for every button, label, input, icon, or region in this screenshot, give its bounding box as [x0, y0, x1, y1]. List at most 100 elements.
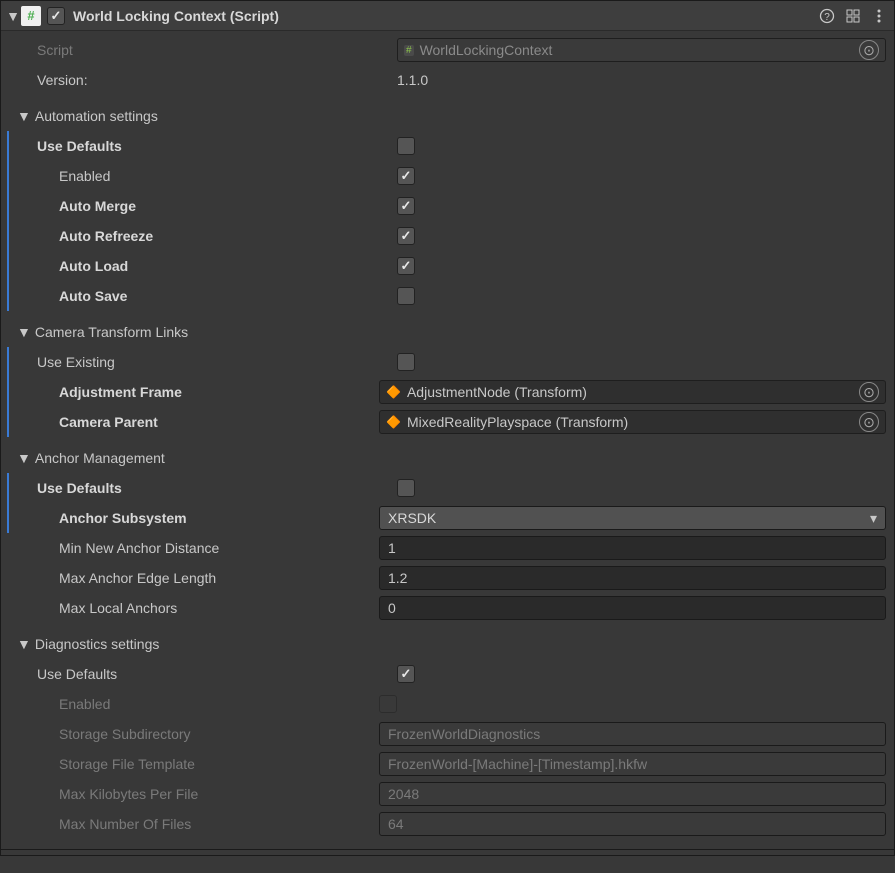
chevron-down-icon: ▼ — [17, 450, 31, 466]
camera-useexisting-checkbox[interactable] — [397, 353, 415, 371]
automation-autosave-row: Auto Save — [1, 281, 894, 311]
override-stripe — [7, 161, 9, 191]
diag-enabled-label: Enabled — [59, 696, 379, 712]
script-icon: # — [21, 6, 41, 26]
diag-maxkb-field: 2048 — [379, 782, 886, 806]
min-anchor-distance-value: 1 — [388, 540, 396, 556]
override-stripe — [7, 473, 9, 503]
anchor-title: Anchor Management — [35, 450, 165, 466]
anchor-subsystem-dropdown[interactable]: XRSDK — [379, 506, 886, 530]
script-row: Script # WorldLockingContext — [1, 35, 894, 65]
camera-useexisting-label: Use Existing — [37, 354, 397, 370]
diag-template-field: FrozenWorld-[Machine]-[Timestamp].hkfw — [379, 752, 886, 776]
diagnostics-title: Diagnostics settings — [35, 636, 160, 652]
automation-autosave-checkbox[interactable] — [397, 287, 415, 305]
diag-subdir-value: FrozenWorldDiagnostics — [388, 726, 540, 742]
help-icon[interactable]: ? — [818, 7, 836, 25]
automation-autorefreeze-row: Auto Refreeze — [1, 221, 894, 251]
chevron-down-icon: ▼ — [17, 636, 31, 652]
camera-parent-field[interactable]: 🔶 MixedRealityPlayspace (Transform) — [379, 410, 886, 434]
override-stripe — [7, 377, 9, 407]
script-label: Script — [37, 42, 397, 58]
camera-useexisting-row: Use Existing — [1, 347, 894, 377]
diag-usedefaults-checkbox[interactable] — [397, 665, 415, 683]
diag-maxkb-value: 2048 — [388, 786, 419, 802]
menu-icon[interactable] — [870, 7, 888, 25]
anchor-usedefaults-label: Use Defaults — [37, 480, 397, 496]
automation-title: Automation settings — [35, 108, 158, 124]
automation-automerge-checkbox[interactable] — [397, 197, 415, 215]
camera-parent-value: MixedRealityPlayspace (Transform) — [407, 414, 628, 430]
max-anchor-edge-row: Max Anchor Edge Length 1.2 — [1, 563, 894, 593]
component-header[interactable]: ▼ # World Locking Context (Script) ? — [1, 1, 894, 31]
svg-text:?: ? — [824, 12, 830, 23]
object-picker-icon[interactable] — [859, 412, 879, 432]
diagnostics-header[interactable]: ▼ Diagnostics settings — [1, 629, 894, 659]
diag-maxfiles-row: Max Number Of Files 64 — [1, 809, 894, 839]
automation-autoload-row: Auto Load — [1, 251, 894, 281]
automation-autorefreeze-checkbox[interactable] — [397, 227, 415, 245]
version-value: 1.1.0 — [397, 72, 894, 88]
automation-autoload-checkbox[interactable] — [397, 257, 415, 275]
diag-subdir-row: Storage Subdirectory FrozenWorldDiagnost… — [1, 719, 894, 749]
diag-subdir-label: Storage Subdirectory — [59, 726, 379, 742]
automation-autoload-label: Auto Load — [59, 258, 397, 274]
max-anchor-edge-label: Max Anchor Edge Length — [59, 570, 379, 586]
anchor-header[interactable]: ▼ Anchor Management — [1, 443, 894, 473]
chevron-down-icon: ▼ — [17, 108, 31, 124]
max-anchor-edge-value: 1.2 — [388, 570, 407, 586]
min-anchor-distance-label: Min New Anchor Distance — [59, 540, 379, 556]
version-label: Version: — [37, 72, 397, 88]
automation-automerge-label: Auto Merge — [59, 198, 397, 214]
override-stripe — [7, 191, 9, 221]
component-title: World Locking Context (Script) — [73, 8, 818, 24]
diag-maxkb-row: Max Kilobytes Per File 2048 — [1, 779, 894, 809]
version-row: Version: 1.1.0 — [1, 65, 894, 95]
object-picker-icon[interactable] — [859, 40, 879, 60]
adjustment-frame-field[interactable]: 🔶 AdjustmentNode (Transform) — [379, 380, 886, 404]
camera-parent-row: Camera Parent 🔶 MixedRealityPlayspace (T… — [1, 407, 894, 437]
diag-usedefaults-label: Use Defaults — [37, 666, 397, 682]
transform-icon: 🔶 — [386, 385, 401, 399]
override-stripe — [7, 407, 9, 437]
min-anchor-distance-row: Min New Anchor Distance 1 — [1, 533, 894, 563]
component-body: Script # WorldLockingContext Version: 1.… — [1, 31, 894, 849]
override-stripe — [7, 281, 9, 311]
diag-maxfiles-value: 64 — [388, 816, 404, 832]
max-local-anchors-field[interactable]: 0 — [379, 596, 886, 620]
component-foldout[interactable]: ▼ — [7, 10, 19, 22]
diag-usedefaults-row: Use Defaults — [1, 659, 894, 689]
object-picker-icon[interactable] — [859, 382, 879, 402]
anchor-usedefaults-checkbox[interactable] — [397, 479, 415, 497]
diag-enabled-checkbox — [379, 695, 397, 713]
automation-autosave-label: Auto Save — [59, 288, 397, 304]
diag-enabled-row: Enabled — [1, 689, 894, 719]
anchor-subsystem-row: Anchor Subsystem XRSDK — [1, 503, 894, 533]
automation-enabled-row: Enabled — [1, 161, 894, 191]
diag-template-label: Storage File Template — [59, 756, 379, 772]
preset-icon[interactable] — [844, 7, 862, 25]
header-icon-group: ? — [818, 7, 888, 25]
override-stripe — [7, 221, 9, 251]
max-local-anchors-label: Max Local Anchors — [59, 600, 379, 616]
override-stripe — [7, 347, 9, 377]
automation-header[interactable]: ▼ Automation settings — [1, 101, 894, 131]
override-stripe — [7, 503, 9, 533]
component-footer-divider — [1, 849, 894, 855]
script-field[interactable]: # WorldLockingContext — [397, 38, 886, 62]
max-anchor-edge-field[interactable]: 1.2 — [379, 566, 886, 590]
camera-header[interactable]: ▼ Camera Transform Links — [1, 317, 894, 347]
anchor-subsystem-label: Anchor Subsystem — [59, 510, 379, 526]
inspector-component: ▼ # World Locking Context (Script) ? Scr… — [0, 0, 895, 856]
transform-icon: 🔶 — [386, 415, 401, 429]
diag-template-value: FrozenWorld-[Machine]-[Timestamp].hkfw — [388, 756, 647, 772]
override-stripe — [7, 131, 9, 161]
diag-maxfiles-field: 64 — [379, 812, 886, 836]
component-enable-checkbox[interactable] — [47, 7, 65, 25]
automation-usedefaults-checkbox[interactable] — [397, 137, 415, 155]
diag-subdir-field: FrozenWorldDiagnostics — [379, 722, 886, 746]
min-anchor-distance-field[interactable]: 1 — [379, 536, 886, 560]
diag-maxfiles-label: Max Number Of Files — [59, 816, 379, 832]
automation-enabled-checkbox[interactable] — [397, 167, 415, 185]
automation-usedefaults-label: Use Defaults — [37, 138, 397, 154]
